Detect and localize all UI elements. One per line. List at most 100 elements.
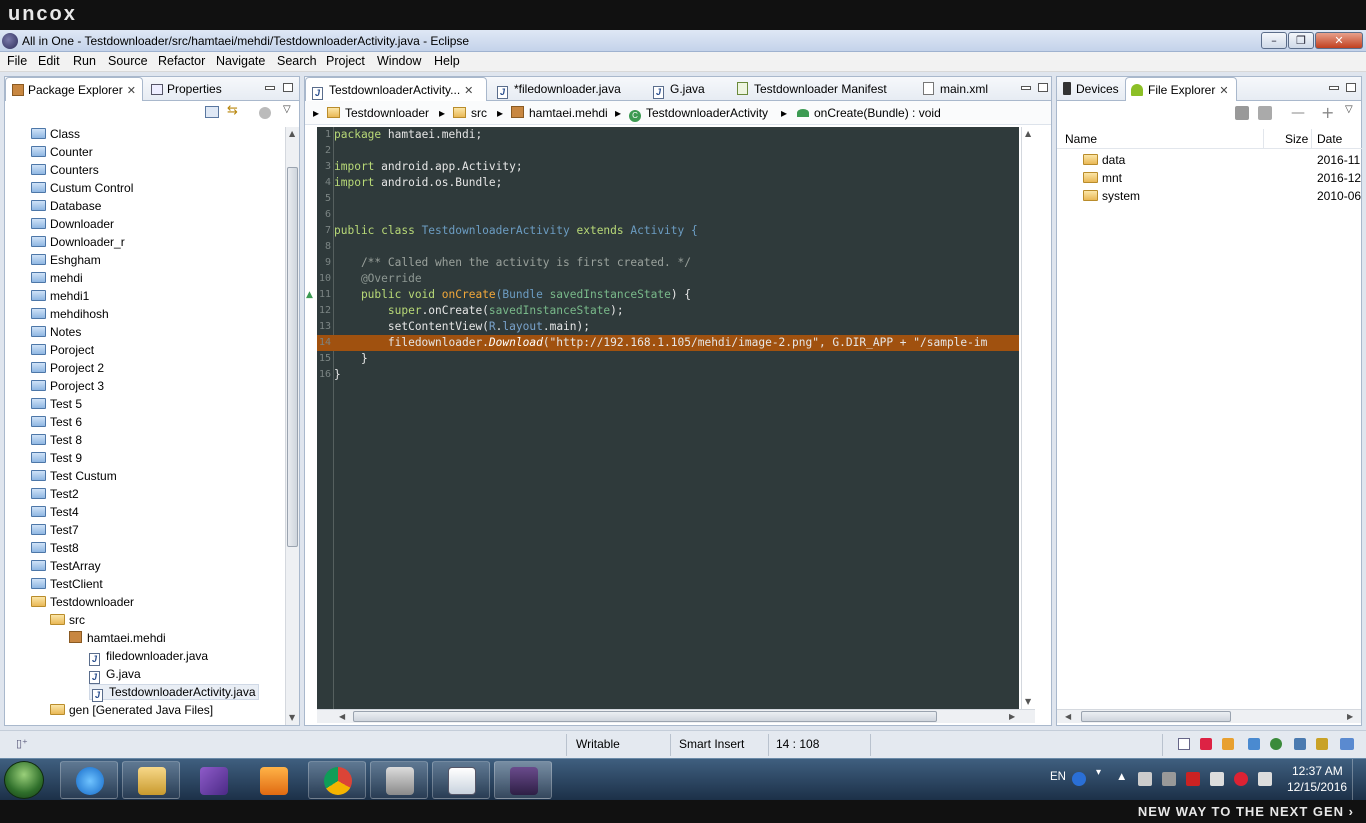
menu-run[interactable]: Run: [73, 54, 96, 68]
tab-main-xml[interactable]: main.xml: [917, 77, 1007, 101]
perspective-icon[interactable]: [1222, 738, 1234, 750]
tab-properties[interactable]: Properties: [147, 77, 227, 101]
taskbar-chrome[interactable]: [308, 761, 366, 799]
project-item[interactable]: Counters: [31, 163, 99, 181]
scroll-left-icon[interactable]: ◀: [1065, 712, 1071, 721]
override-marker-icon[interactable]: ▲: [306, 290, 313, 300]
maximize-view-icon[interactable]: [1346, 83, 1356, 92]
left-vertical-scrollbar[interactable]: ▲ ▼: [285, 127, 299, 725]
project-item[interactable]: Test 5: [31, 397, 82, 415]
project-item[interactable]: Poroject: [31, 343, 94, 361]
project-item[interactable]: TestClient: [31, 577, 103, 595]
open-perspective-icon[interactable]: [1178, 738, 1190, 750]
tab-devices[interactable]: Devices: [1057, 77, 1125, 101]
scrollbar-thumb[interactable]: [1081, 711, 1231, 722]
menu-project[interactable]: Project: [326, 54, 365, 68]
breadcrumb-project[interactable]: Testdownloader: [327, 106, 429, 120]
menu-source[interactable]: Source: [108, 54, 148, 68]
menu-refactor[interactable]: Refactor: [158, 54, 205, 68]
minimize-button[interactable]: –: [1261, 32, 1287, 49]
help-icon[interactable]: [1072, 772, 1086, 786]
scroll-down-icon[interactable]: ▼: [1025, 697, 1031, 706]
java-file-item[interactable]: J TestdownloaderActivity.java: [89, 684, 259, 703]
package-item[interactable]: hamtaei.mehdi: [69, 631, 166, 649]
breadcrumb-package[interactable]: hamtaei.mehdi: [511, 106, 608, 120]
maximize-button[interactable]: ❐: [1288, 32, 1314, 49]
menu-file[interactable]: File: [7, 54, 27, 68]
antivirus-icon[interactable]: [1186, 772, 1200, 786]
scroll-up-icon[interactable]: ▲: [1025, 129, 1031, 138]
source-folder-item[interactable]: src: [50, 613, 85, 631]
project-item[interactable]: Eshgham: [31, 253, 101, 271]
perspective-icon[interactable]: [1270, 738, 1282, 750]
maximize-view-icon[interactable]: [283, 83, 293, 92]
tab-testdownloader-activity[interactable]: J TestdownloaderActivity... ✕: [305, 77, 487, 101]
view-menu-icon[interactable]: ▽: [283, 104, 291, 115]
taskbar-media-player[interactable]: [244, 761, 302, 799]
action-center-icon[interactable]: [1138, 772, 1152, 786]
close-tab-icon[interactable]: ✕: [127, 85, 136, 97]
project-item[interactable]: Test 6: [31, 415, 82, 433]
scroll-left-icon[interactable]: ◀: [339, 712, 345, 721]
tab-manifest[interactable]: Testdownloader Manifest: [731, 77, 915, 101]
taskbar-internet-explorer[interactable]: [60, 761, 118, 799]
generated-folder-item[interactable]: gen [Generated Java Files]: [50, 703, 213, 721]
project-item[interactable]: mehdi1: [31, 289, 89, 307]
project-item[interactable]: TestArray: [31, 559, 101, 577]
menu-help[interactable]: Help: [434, 54, 460, 68]
maximize-editor-icon[interactable]: [1038, 83, 1048, 92]
tab-package-explorer[interactable]: Package Explorer ✕: [5, 77, 143, 101]
show-hidden-icons[interactable]: ▲: [1116, 771, 1127, 783]
language-indicator[interactable]: EN: [1050, 771, 1066, 783]
taskbar-eclipse[interactable]: [494, 761, 552, 799]
perspective-icon[interactable]: [1200, 738, 1212, 750]
project-item[interactable]: Test2: [31, 487, 79, 505]
project-item[interactable]: mehdi: [31, 271, 83, 289]
fast-view-icon[interactable]: ▯⁺: [16, 737, 28, 750]
project-item[interactable]: Test4: [31, 505, 79, 523]
breadcrumb-method[interactable]: onCreate(Bundle) : void: [797, 106, 941, 120]
link-with-editor-icon[interactable]: ⇆: [227, 104, 243, 119]
taskbar-video-editor[interactable]: [370, 761, 428, 799]
project-item[interactable]: Testdownloader: [31, 595, 134, 613]
table-row[interactable]: mnt 2016-12: [1057, 169, 1363, 187]
minimize-view-icon[interactable]: [1329, 86, 1339, 90]
scroll-right-icon[interactable]: ▶: [1009, 712, 1015, 721]
right-horizontal-scrollbar[interactable]: ◀ ▶: [1057, 709, 1361, 723]
add-icon[interactable]: +: [1321, 103, 1334, 122]
menu-navigate[interactable]: Navigate: [216, 54, 265, 68]
minimize-editor-icon[interactable]: [1021, 86, 1031, 90]
signal-icon[interactable]: [1210, 772, 1224, 786]
editor-horizontal-scrollbar[interactable]: ◀ ▶: [317, 709, 1035, 723]
perspective-icon[interactable]: [1340, 738, 1354, 750]
column-name[interactable]: Name: [1065, 132, 1097, 146]
menu-search[interactable]: Search: [277, 54, 317, 68]
tab-file-explorer[interactable]: File Explorer ✕: [1125, 77, 1237, 101]
java-file-item[interactable]: J G.java: [89, 667, 141, 685]
perspective-icon[interactable]: [1316, 738, 1328, 750]
show-desktop-button[interactable]: [1352, 759, 1366, 801]
push-file-icon[interactable]: [1258, 106, 1272, 120]
filter-icon[interactable]: [259, 107, 271, 119]
breadcrumb-src[interactable]: src: [453, 106, 487, 120]
scrollbar-thumb[interactable]: [287, 167, 298, 547]
project-item[interactable]: Test Custum: [31, 469, 117, 487]
start-button[interactable]: [4, 761, 44, 799]
project-item[interactable]: Test7: [31, 523, 79, 541]
tab-g-java[interactable]: J G.java: [647, 77, 731, 101]
security-icon[interactable]: [1234, 772, 1248, 786]
project-item[interactable]: Notes: [31, 325, 81, 343]
close-tab-icon[interactable]: ✕: [464, 85, 473, 97]
project-item[interactable]: Class: [31, 127, 80, 145]
project-item[interactable]: mehdihosh: [31, 307, 109, 325]
close-tab-icon[interactable]: ✕: [1219, 85, 1228, 97]
project-item[interactable]: Database: [31, 199, 101, 217]
tab-filedownloader[interactable]: J *filedownloader.java: [491, 77, 643, 101]
taskbar-calculator[interactable]: [432, 761, 490, 799]
delete-icon[interactable]: —: [1291, 105, 1305, 121]
network-icon[interactable]: [1162, 772, 1176, 786]
column-date[interactable]: Date: [1317, 132, 1342, 146]
project-item[interactable]: Counter: [31, 145, 93, 163]
perspective-icon[interactable]: [1248, 738, 1260, 750]
taskbar-explorer[interactable]: [122, 761, 180, 799]
